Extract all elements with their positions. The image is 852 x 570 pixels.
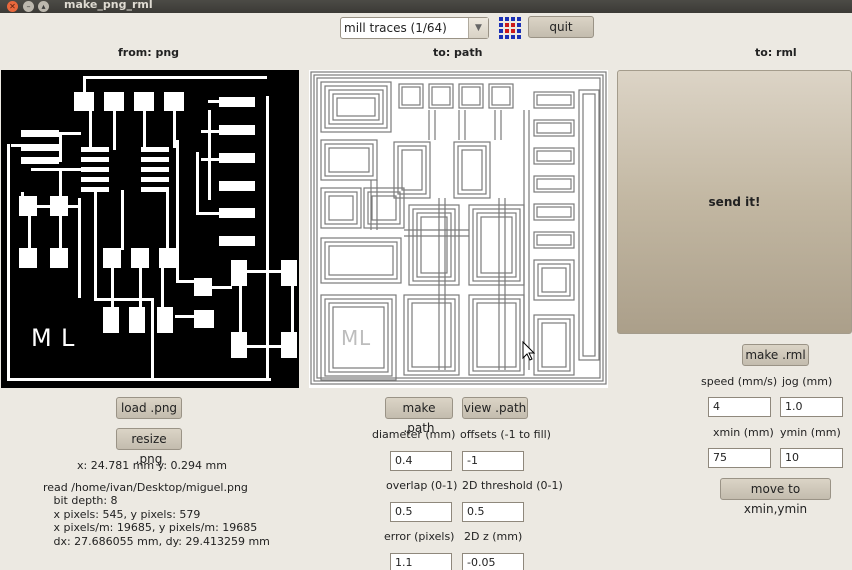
toolpath-label-m: M xyxy=(341,326,358,350)
rml-heading: to: rml xyxy=(755,46,797,59)
resize-png-button[interactable]: resize .png xyxy=(116,428,182,466)
mode-select[interactable]: mill traces (1/64) ▼ xyxy=(340,17,489,39)
threshold-label: 2D threshold (0-1) xyxy=(462,479,563,492)
pcb-traces-image: M L xyxy=(7,76,297,381)
png-preview: M L xyxy=(1,70,299,388)
overlap-label: overlap (0-1) xyxy=(386,479,458,492)
speed-field[interactable]: 4 xyxy=(708,397,771,417)
window-title: make_png_rml xyxy=(64,0,153,11)
toolpath-image: M L xyxy=(310,71,607,385)
path-heading: to: path xyxy=(433,46,483,59)
xmin-field[interactable]: 75 xyxy=(708,448,771,468)
title-bar: ✕ – ▴ make_png_rml xyxy=(0,0,852,13)
ymin-field[interactable]: 10 xyxy=(780,448,843,468)
png-info-line-5: dx: 27.686055 mm, dy: 29.413259 mm xyxy=(43,535,270,548)
z-field[interactable]: -0.05 xyxy=(462,553,524,570)
overlap-field[interactable]: 0.5 xyxy=(390,502,452,522)
make-rml-button[interactable]: make .rml xyxy=(742,344,809,366)
speed-label: speed (mm/s) xyxy=(701,375,778,388)
send-it-button[interactable]: send it! xyxy=(617,70,852,334)
ymin-label: ymin (mm) xyxy=(780,426,841,439)
threshold-field[interactable]: 0.5 xyxy=(462,502,524,522)
board-label-m: M xyxy=(31,324,52,352)
xmin-label: xmin (mm) xyxy=(713,426,774,439)
diameter-label: diameter (mm) xyxy=(372,428,456,441)
png-info-line-3: x pixels: 545, y pixels: 579 xyxy=(43,508,201,521)
maximize-window-icon[interactable]: ▴ xyxy=(38,1,49,12)
quit-button[interactable]: quit xyxy=(528,16,594,38)
move-to-origin-button[interactable]: move to xmin,ymin xyxy=(720,478,831,516)
path-preview: M L xyxy=(309,70,608,388)
jog-field[interactable]: 1.0 xyxy=(780,397,843,417)
offsets-field[interactable]: -1 xyxy=(462,451,524,471)
mode-select-value: mill traces (1/64) xyxy=(344,21,447,35)
view-path-button[interactable]: view .path xyxy=(462,397,528,419)
toolpath-label-l: L xyxy=(359,326,371,350)
error-field[interactable]: 1.1 xyxy=(390,553,452,570)
fab-logo-icon xyxy=(498,16,521,39)
minimize-window-icon[interactable]: – xyxy=(23,1,34,12)
cursor-coordinates: x: 24.781 mm y: 0.294 mm xyxy=(77,459,227,472)
png-info-line-1: read /home/ivan/Desktop/miguel.png xyxy=(43,481,248,494)
png-info-line-2: bit depth: 8 xyxy=(43,494,118,507)
error-label: error (pixels) xyxy=(384,530,455,543)
close-window-icon[interactable]: ✕ xyxy=(7,1,18,12)
diameter-field[interactable]: 0.4 xyxy=(390,451,452,471)
chevron-down-icon[interactable]: ▼ xyxy=(468,18,488,38)
load-png-button[interactable]: load .png xyxy=(116,397,182,419)
png-heading: from: png xyxy=(118,46,180,59)
jog-label: jog (mm) xyxy=(782,375,833,388)
z-label: 2D z (mm) xyxy=(464,530,523,543)
offsets-label: offsets (-1 to fill) xyxy=(460,428,551,441)
png-info-line-4: x pixels/m: 19685, y pixels/m: 19685 xyxy=(43,521,258,534)
make-path-button[interactable]: make .path xyxy=(385,397,453,435)
board-label-l: L xyxy=(61,324,75,352)
